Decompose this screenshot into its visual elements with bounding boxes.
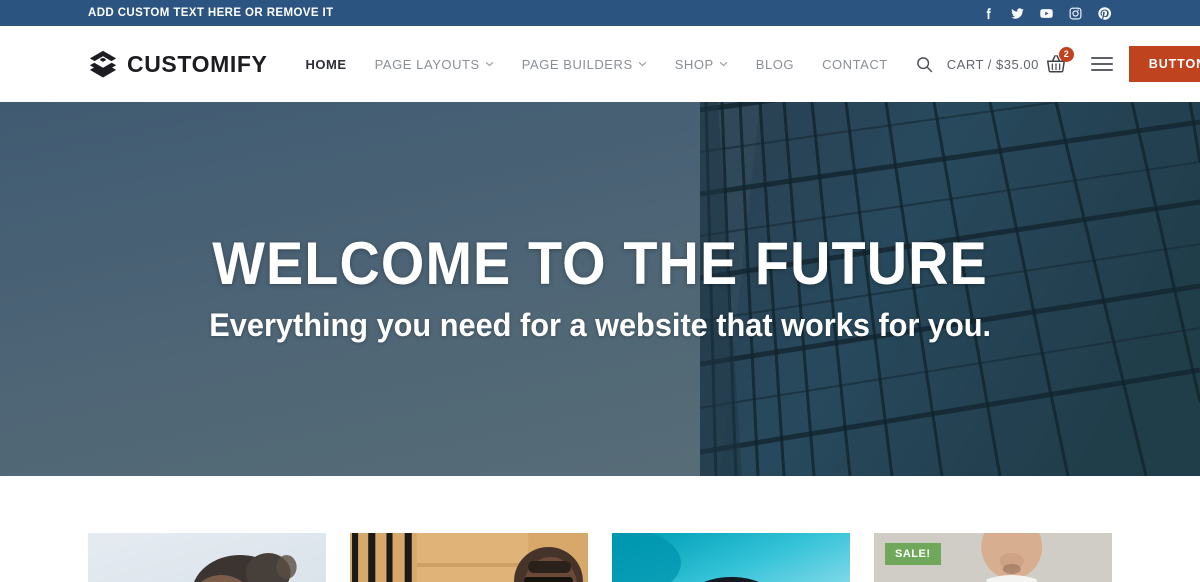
page-root: ADD CUSTOM TEXT HERE OR REMOVE IT CUSTOM… xyxy=(0,0,1200,582)
header-actions: CART / $35.00 2 BUTTON xyxy=(947,46,1200,82)
twitter-icon xyxy=(1011,7,1024,19)
product-card-4[interactable]: SALE! xyxy=(874,533,1112,582)
cart-icon-wrap: 2 xyxy=(1045,47,1074,75)
site-header: CUSTOMIFY HOME PAGE LAYOUTS PAGE BUILDER… xyxy=(0,26,1200,102)
product-grid: SALE! xyxy=(0,476,1200,582)
social-link-instagram[interactable] xyxy=(1068,6,1083,21)
chevron-down-icon xyxy=(485,61,494,67)
hero-content: WELCOME TO THE FUTURE Everything you nee… xyxy=(0,102,1200,476)
search-button[interactable] xyxy=(902,56,947,73)
cart-link[interactable]: CART / $35.00 2 xyxy=(946,47,1075,75)
topbar-message: ADD CUSTOM TEXT HERE OR REMOVE IT xyxy=(88,7,334,19)
social-links xyxy=(981,6,1112,21)
site-logo[interactable]: CUSTOMIFY xyxy=(88,49,267,79)
nav-item-home[interactable]: HOME xyxy=(291,57,360,72)
main-navigation: HOME PAGE LAYOUTS PAGE BUILDERS SHOP BLO… xyxy=(291,56,946,73)
pinterest-icon xyxy=(1098,6,1112,20)
nav-label: PAGE LAYOUTS xyxy=(374,56,480,72)
product-image xyxy=(88,533,326,582)
hero-subtitle: Everything you need for a website that w… xyxy=(209,307,991,344)
menu-toggle-button[interactable] xyxy=(1075,57,1129,71)
cart-total-label: CART / $35.00 xyxy=(946,56,1039,72)
hamburger-icon xyxy=(1090,69,1113,71)
product-card-2[interactable] xyxy=(350,533,588,582)
nav-label: CONTACT xyxy=(822,56,888,72)
chevron-down-icon xyxy=(719,61,728,67)
top-bar: ADD CUSTOM TEXT HERE OR REMOVE IT xyxy=(0,0,1200,26)
product-card-1[interactable] xyxy=(88,533,326,582)
instagram-icon xyxy=(1069,7,1082,19)
nav-item-page-builders[interactable]: PAGE BUILDERS xyxy=(508,57,661,72)
layers-icon xyxy=(89,50,117,78)
nav-label: SHOP xyxy=(674,56,714,72)
social-link-youtube[interactable] xyxy=(1039,6,1054,21)
product-image xyxy=(350,533,588,582)
nav-item-contact[interactable]: CONTACT xyxy=(808,57,902,72)
nav-item-blog[interactable]: BLOG xyxy=(742,57,808,72)
youtube-icon xyxy=(1040,8,1053,18)
chevron-down-icon xyxy=(638,61,647,67)
product-card-3[interactable] xyxy=(612,533,850,582)
social-link-pinterest[interactable] xyxy=(1097,6,1112,21)
nav-item-page-layouts[interactable]: PAGE LAYOUTS xyxy=(361,57,508,72)
header-cta-button[interactable]: BUTTON xyxy=(1128,46,1200,82)
sale-badge: SALE! xyxy=(885,543,941,565)
nav-label: BLOG xyxy=(755,56,795,72)
logo-text: CUSTOMIFY xyxy=(127,50,268,77)
cart-count-badge: 2 xyxy=(1058,47,1074,62)
nav-label: HOME xyxy=(305,56,347,72)
hamburger-icon xyxy=(1090,63,1113,65)
nav-label: PAGE BUILDERS xyxy=(521,56,633,72)
product-image xyxy=(612,533,850,582)
hero-title: WELCOME TO THE FUTURE xyxy=(212,230,988,298)
hero-section: WELCOME TO THE FUTURE Everything you nee… xyxy=(0,102,1200,476)
social-link-twitter[interactable] xyxy=(1010,6,1025,21)
hamburger-icon xyxy=(1090,57,1113,59)
facebook-icon xyxy=(986,7,991,19)
search-icon xyxy=(916,56,932,72)
social-link-facebook[interactable] xyxy=(981,6,996,21)
nav-item-shop[interactable]: SHOP xyxy=(661,57,742,72)
